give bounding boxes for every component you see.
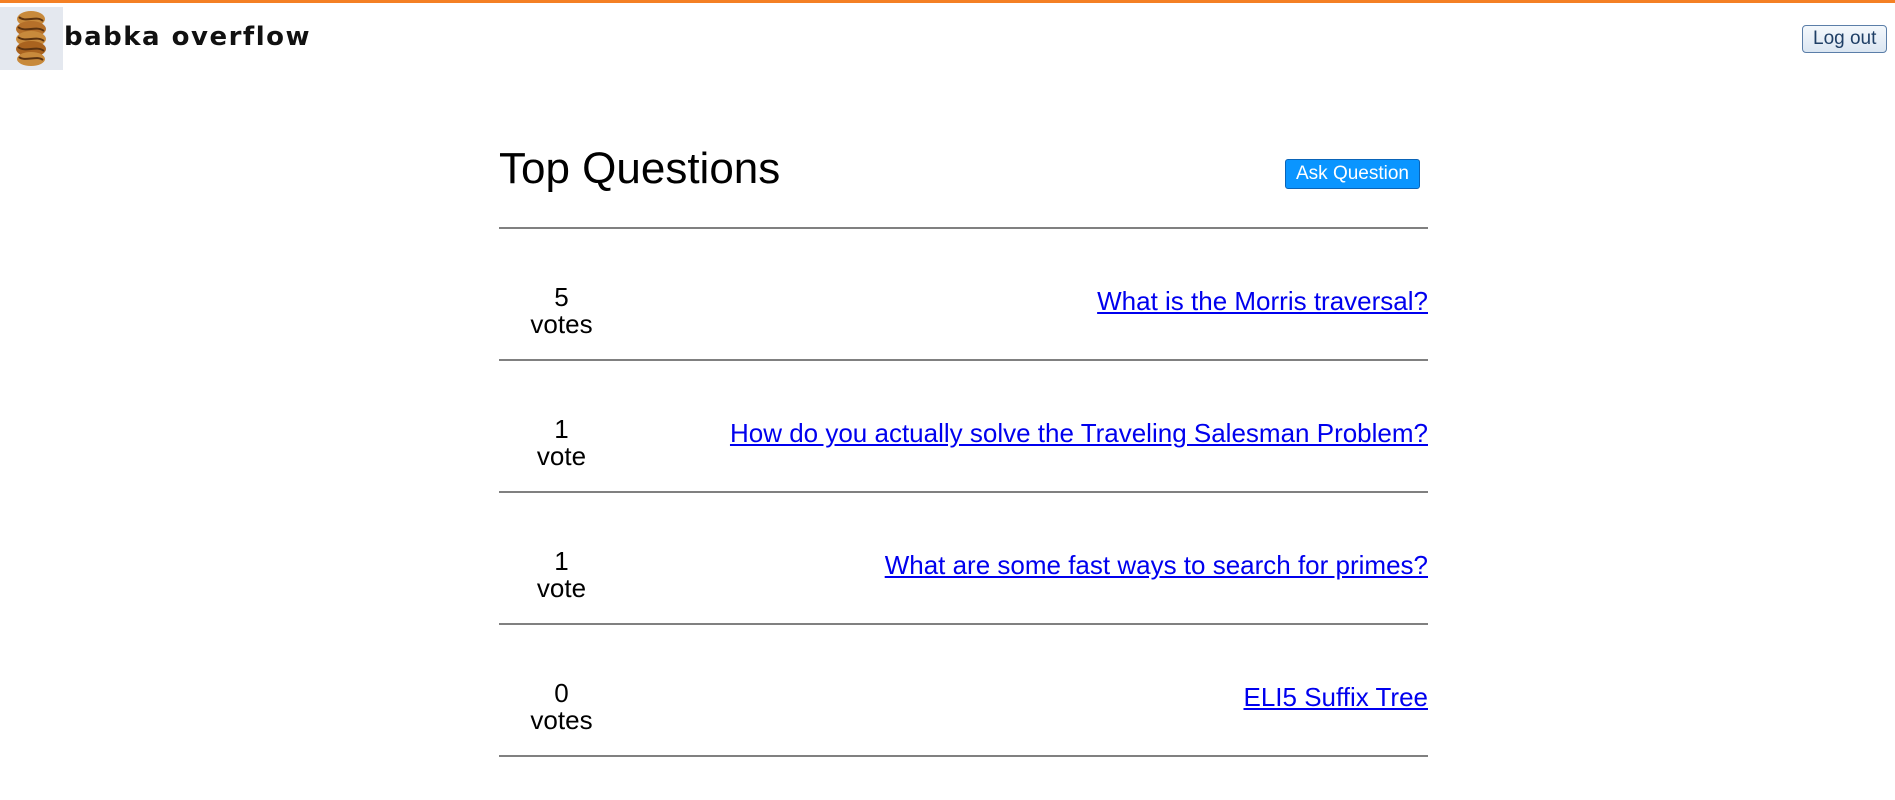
vote-unit: votes	[530, 309, 593, 339]
vote-number: 5	[554, 282, 569, 312]
vote-count: 1 vote	[499, 416, 624, 470]
page-header: Top Questions Ask Question	[499, 130, 1428, 229]
questions-panel: Top Questions Ask Question 5 votes What …	[499, 130, 1428, 757]
question-link[interactable]: How do you actually solve the Traveling …	[730, 418, 1428, 449]
question-row: 1 vote How do you actually solve the Tra…	[499, 361, 1428, 493]
question-link[interactable]: What are some fast ways to search for pr…	[885, 550, 1428, 581]
vote-unit: votes	[530, 705, 593, 735]
vote-number: 1	[554, 414, 569, 444]
vote-unit: vote	[536, 573, 587, 603]
ask-question-button[interactable]: Ask Question	[1285, 159, 1420, 189]
logout-button[interactable]: Log out	[1802, 25, 1888, 53]
site-brand[interactable]: babka overflow	[64, 22, 311, 52]
question-link[interactable]: What is the Morris traversal?	[1097, 286, 1428, 317]
vote-unit: vote	[536, 441, 587, 471]
question-link[interactable]: ELI5 Suffix Tree	[1243, 682, 1428, 713]
vote-count: 1 vote	[499, 548, 624, 602]
vote-count: 5 votes	[499, 284, 624, 338]
page-title: Top Questions	[499, 144, 781, 193]
vote-number: 1	[554, 546, 569, 576]
site-header: babka overflow Log out	[0, 3, 1895, 70]
vote-count: 0 votes	[499, 680, 624, 734]
vote-number: 0	[554, 678, 569, 708]
question-row: 5 votes What is the Morris traversal?	[499, 229, 1428, 361]
question-row: 1 vote What are some fast ways to search…	[499, 493, 1428, 625]
babka-logo-icon[interactable]	[0, 7, 63, 70]
question-row: 0 votes ELI5 Suffix Tree	[499, 625, 1428, 757]
